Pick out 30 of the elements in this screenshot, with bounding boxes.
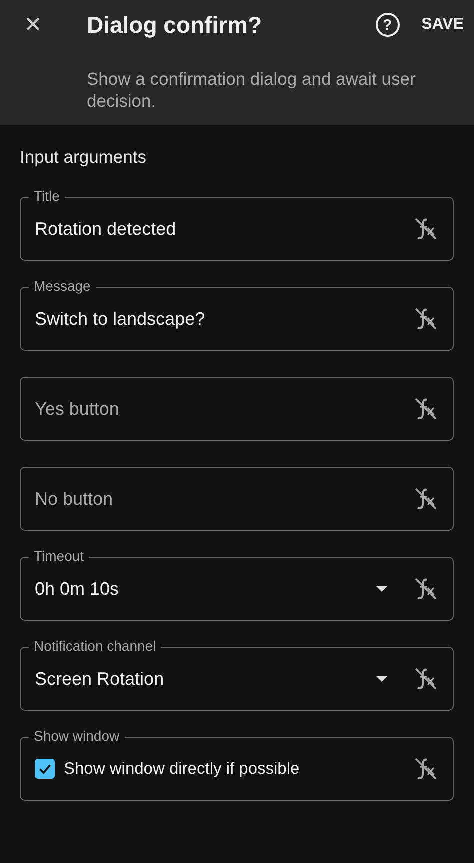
caret-icon[interactable]: [376, 676, 388, 682]
help-button[interactable]: ?: [376, 13, 400, 37]
field-value: Screen Rotation: [35, 668, 164, 690]
field-placeholder: No button: [35, 488, 114, 510]
field-label: Notification channel: [29, 638, 162, 654]
formula-off-icon[interactable]: [413, 306, 439, 332]
field-placeholder: Yes button: [35, 398, 120, 420]
formula-off-icon[interactable]: [413, 486, 439, 512]
checkbox[interactable]: [35, 759, 55, 779]
description-text: Show a confirmation dialog and await user decision.: [87, 68, 417, 112]
field-value: 0h 0m 10s: [35, 578, 120, 600]
field-label: Timeout: [29, 548, 90, 564]
formula-off-icon[interactable]: [413, 756, 439, 782]
dialog-title: Dialog confirm?: [87, 12, 264, 38]
caret-icon[interactable]: [376, 586, 388, 592]
formula-off-icon[interactable]: [413, 576, 439, 602]
formula-off-icon[interactable]: [413, 216, 439, 242]
field-value: Rotation detected: [35, 218, 176, 240]
formula-off-icon[interactable]: [413, 396, 439, 422]
field-label: Show window: [29, 728, 125, 744]
input-field[interactable]: Yes button: [20, 377, 454, 441]
field-value: Switch to landscape?: [35, 308, 206, 330]
field-label: Message: [29, 278, 96, 294]
section-title: Input arguments: [20, 147, 148, 168]
field-label: Title: [29, 188, 65, 204]
formula-off-icon[interactable]: [413, 666, 439, 692]
save-button[interactable]: SAVE: [422, 16, 464, 34]
close-button[interactable]: ✕: [16, 12, 50, 38]
input-field[interactable]: No button: [20, 467, 454, 531]
checkbox-label: Show window directly if possible: [64, 760, 300, 778]
